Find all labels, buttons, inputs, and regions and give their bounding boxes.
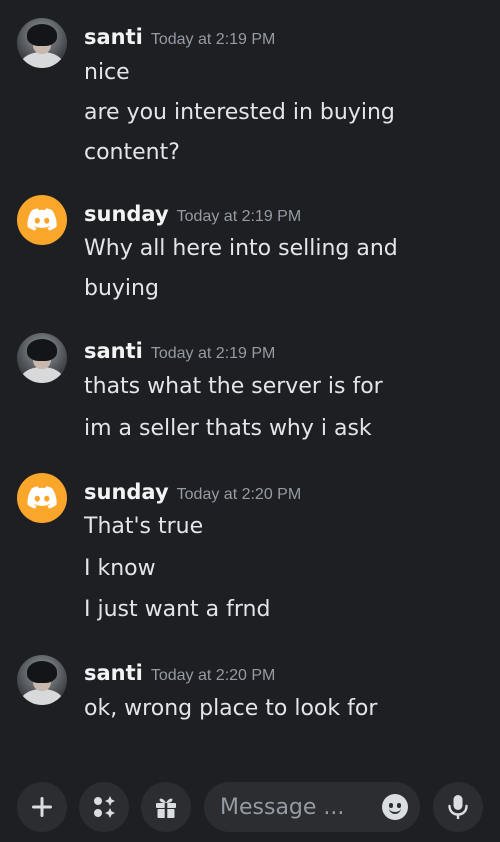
message-input-container[interactable] bbox=[204, 782, 420, 832]
message-timestamp: Today at 2:19 PM bbox=[176, 208, 302, 225]
message-timestamp: Today at 2:20 PM bbox=[150, 667, 276, 684]
message-timestamp: Today at 2:19 PM bbox=[150, 31, 276, 48]
message-text: I know bbox=[84, 556, 156, 581]
avatar[interactable] bbox=[17, 333, 67, 383]
message-text: nice bbox=[84, 60, 130, 85]
message-text: thats what the server is for bbox=[84, 374, 383, 399]
message-text: I just want a frnd bbox=[84, 597, 271, 622]
message-text: im a seller thats why i ask bbox=[84, 416, 372, 441]
author-name[interactable]: santi bbox=[84, 339, 143, 363]
add-attachment-button[interactable] bbox=[17, 782, 67, 832]
avatar[interactable] bbox=[17, 195, 67, 245]
voice-message-button[interactable] bbox=[433, 782, 483, 832]
message-input[interactable] bbox=[220, 782, 370, 832]
author-name[interactable]: sunday bbox=[84, 202, 169, 226]
plus-icon bbox=[32, 797, 52, 817]
avatar[interactable] bbox=[17, 473, 67, 523]
apps-icon bbox=[94, 796, 115, 818]
discord-logo-icon bbox=[27, 208, 57, 231]
gift-icon bbox=[156, 798, 176, 818]
message-header: sunday Today at 2:20 PM bbox=[84, 480, 301, 504]
message-text: are you interested in buying bbox=[84, 100, 395, 125]
message-header: santi Today at 2:20 PM bbox=[84, 661, 275, 685]
message-text: Why all here into selling and bbox=[84, 236, 398, 261]
author-name[interactable]: santi bbox=[84, 25, 143, 49]
avatar[interactable] bbox=[17, 18, 67, 68]
message-header: sunday Today at 2:19 PM bbox=[84, 202, 301, 226]
message-list: santi Today at 2:19 PM nice are you inter… bbox=[0, 0, 500, 770]
author-name[interactable]: sunday bbox=[84, 480, 169, 504]
gift-button[interactable] bbox=[141, 782, 191, 832]
message-composer-bar bbox=[0, 770, 500, 842]
message-text: ok, wrong place to look for bbox=[84, 696, 378, 721]
message-text: buying bbox=[84, 276, 159, 301]
discord-logo-icon bbox=[27, 486, 57, 509]
message-timestamp: Today at 2:20 PM bbox=[176, 486, 302, 503]
message-text: content? bbox=[84, 140, 180, 165]
avatar[interactable] bbox=[17, 655, 67, 705]
author-name[interactable]: santi bbox=[84, 661, 143, 685]
message-header: santi Today at 2:19 PM bbox=[84, 339, 275, 363]
emoji-icon[interactable] bbox=[382, 794, 408, 820]
message-header: santi Today at 2:19 PM bbox=[84, 25, 275, 49]
apps-button[interactable] bbox=[79, 782, 129, 832]
microphone-icon bbox=[448, 795, 468, 819]
message-text: That's true bbox=[84, 514, 204, 539]
message-timestamp: Today at 2:19 PM bbox=[150, 345, 276, 362]
